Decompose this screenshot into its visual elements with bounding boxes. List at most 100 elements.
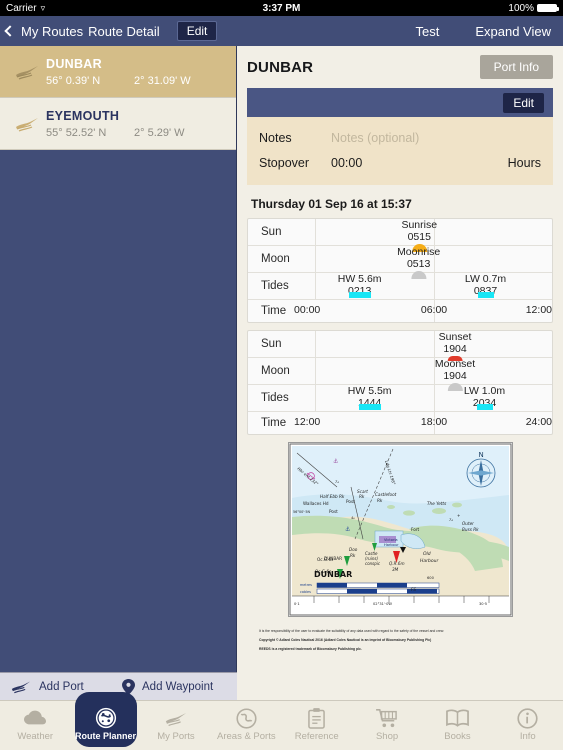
port-icon [8,115,46,133]
svg-text:Castlefoot: Castlefoot [375,492,397,497]
axis-tick-label: 18:00 [420,416,448,428]
tab-reference[interactable]: Reference [282,701,352,742]
stopover-label: Stopover [259,155,310,170]
svg-text:+: + [457,513,460,518]
expand-view-button[interactable]: Expand View [475,24,551,39]
detail-header: DUNBAR Port Info [247,46,553,88]
route-item-body: EYEMOUTH 55° 52.52' N 2° 5.29' W [46,109,236,139]
svg-text:⚓: ⚓ [333,458,338,465]
tab-areas-ports[interactable]: Areas & Ports [211,701,281,742]
tide-bar-marker [358,404,381,410]
tide-row-plot: Sunrise 0515 [316,219,552,252]
page-title: Route Detail [88,23,160,39]
status-bar: Carrier ▿ 3:37 PM 100% [0,0,563,16]
svg-text:N: N [478,451,483,459]
event-time: 1904 [443,342,467,355]
route-item-latitude: 55° 52.52' N [46,126,107,139]
tide-row-time-axis: Time 00:00 06:00 12:00 [248,300,552,322]
tide-row-label: Sun [248,219,316,245]
svg-text:Doo: Doo [349,547,358,552]
edit-button[interactable]: Edit [176,21,218,41]
tide-row-moon: Moon Moonset 1904 [248,358,552,391]
nautical-chart-image[interactable]: ⚓ ⚓ N Hbr ent 132° Ldg Lts 198° Half Ebb… [287,442,513,617]
book-icon [446,707,469,729]
tab-label: Shop [375,731,399,742]
svg-text:7₄: 7₄ [449,518,453,522]
event-time: 0515 [407,230,431,243]
navigation-bar: My Routes Route Detail Edit Test Expand … [0,16,563,46]
notes-input[interactable]: Notes (optional) [331,131,419,145]
stopover-row: Stopover 00:00 Hours [247,150,553,175]
svg-text:Outer: Outer [462,521,474,526]
axis-tick-label: 12:00 [525,304,552,316]
tab-shop[interactable]: Shop [352,701,422,742]
event-label: Moonset [434,358,476,370]
svg-text:Q.R.6m: Q.R.6m [389,561,405,566]
svg-text:30·5: 30·5 [479,602,487,606]
tide-midline [434,331,435,357]
tide-row-time-axis: Time 12:00 18:00 24:00 [248,412,552,434]
svg-text:DUNBAR: DUNBAR [324,556,342,561]
tide-date-header: Thursday 01 Sep 16 at 15:37 [251,197,412,211]
axis-tick-label: 00:00 [294,304,321,316]
battery-percent-label: 100% [508,2,534,14]
route-list-item-dunbar[interactable]: DUNBAR 56° 0.39' N 2° 31.09' W [0,46,236,98]
route-item-body: DUNBAR 56° 0.39' N 2° 31.09' W [46,57,236,87]
tide-event-sun: Sunset 1904 [439,331,471,361]
tide-row-tides: Tides HW 5.6m 0213 LW 0.7m 0837 [248,273,552,300]
test-button[interactable]: Test [416,24,440,39]
svg-text:Rk: Rk [377,498,383,503]
back-chevron-icon[interactable] [4,25,16,37]
port-info-button[interactable]: Port Info [479,55,553,79]
route-list-item-eyemouth[interactable]: EYEMOUTH 55° 52.52' N 2° 5.29' W [0,98,236,150]
axis-tick-label: 24:00 [525,416,552,428]
tide-row-moon: Moon Moonrise 0513 [248,246,552,279]
tab-my-ports[interactable]: My Ports [141,701,211,742]
tide-row-label: Tides [248,385,316,411]
tab-books[interactable]: Books [422,701,492,742]
route-item-latitude: 56° 0.39' N [46,74,101,87]
svg-text:The Yetts: The Yetts [427,501,447,506]
tide-table: Sun Sunrise 0515 Moon Moonrise 0513 Tides HW 5.… [247,218,553,323]
svg-text:metres: metres [300,583,312,587]
tide-row-sun: Sun Sunrise 0515 [248,219,552,252]
bottom-tab-bar: Weather Route Planner My Ports Areas & Port… [0,692,563,750]
cloud-icon [24,707,47,729]
tide-table: Sun Sunset 1904 Moon Moonset 1904 Tides HW 5.5m… [247,330,553,435]
legal-text-block: It is the responsibility of the user to … [259,627,541,654]
tide-bar-marker [348,292,371,298]
cart-icon [376,707,398,729]
svg-text:Rk: Rk [350,553,356,558]
tab-route-planner[interactable]: Route Planner [70,692,140,747]
route-item-coords: 55° 52.52' N 2° 5.29' W [46,127,230,139]
nav-left-group: My Routes Route Detail Edit [0,21,218,41]
nav-right-group: Test Expand View [416,24,563,39]
tide-row-sun: Sun Sunset 1904 [248,331,552,361]
legal-line-3: REEDS is a registered trademark of Bloom… [259,647,362,651]
svg-text:FS: FS [411,587,416,592]
svg-text:Old: Old [423,551,431,557]
svg-text:7₄: 7₄ [335,480,339,484]
svg-text:⚓: ⚓ [345,526,350,533]
svg-text:conspic: conspic [365,561,381,566]
add-waypoint-label: Add Waypoint [142,680,214,693]
add-waypoint-button[interactable]: Add Waypoint [118,678,214,695]
svg-text:cables: cables [300,590,311,594]
port-detail-pane: DUNBAR Port Info Edit Notes Notes (optio… [237,46,563,700]
route-item-longitude: 2° 31.09' W [134,74,191,87]
event-label: HW 5.6m [337,273,382,285]
axis-tick-label: 06:00 [420,304,448,316]
axis-tick-label: 12:00 [294,416,321,428]
tab-info[interactable]: Info [493,701,563,742]
tide-midline [434,273,435,299]
stopover-value[interactable]: 00:00 [331,156,362,170]
tide-tables-container: Sun Sunrise 0515 Moon Moonrise 0513 Tides HW 5.… [247,218,553,435]
event-label: Sunrise [401,219,438,231]
tab-weather[interactable]: Weather [0,701,70,742]
svg-text:Buss Rk: Buss Rk [462,527,479,532]
route-item-name: EYEMOUTH [46,108,120,123]
detail-edit-button[interactable]: Edit [503,92,544,113]
back-label[interactable]: My Routes [21,24,83,39]
clipboard-icon [308,707,325,729]
compass-route-icon [95,707,117,729]
